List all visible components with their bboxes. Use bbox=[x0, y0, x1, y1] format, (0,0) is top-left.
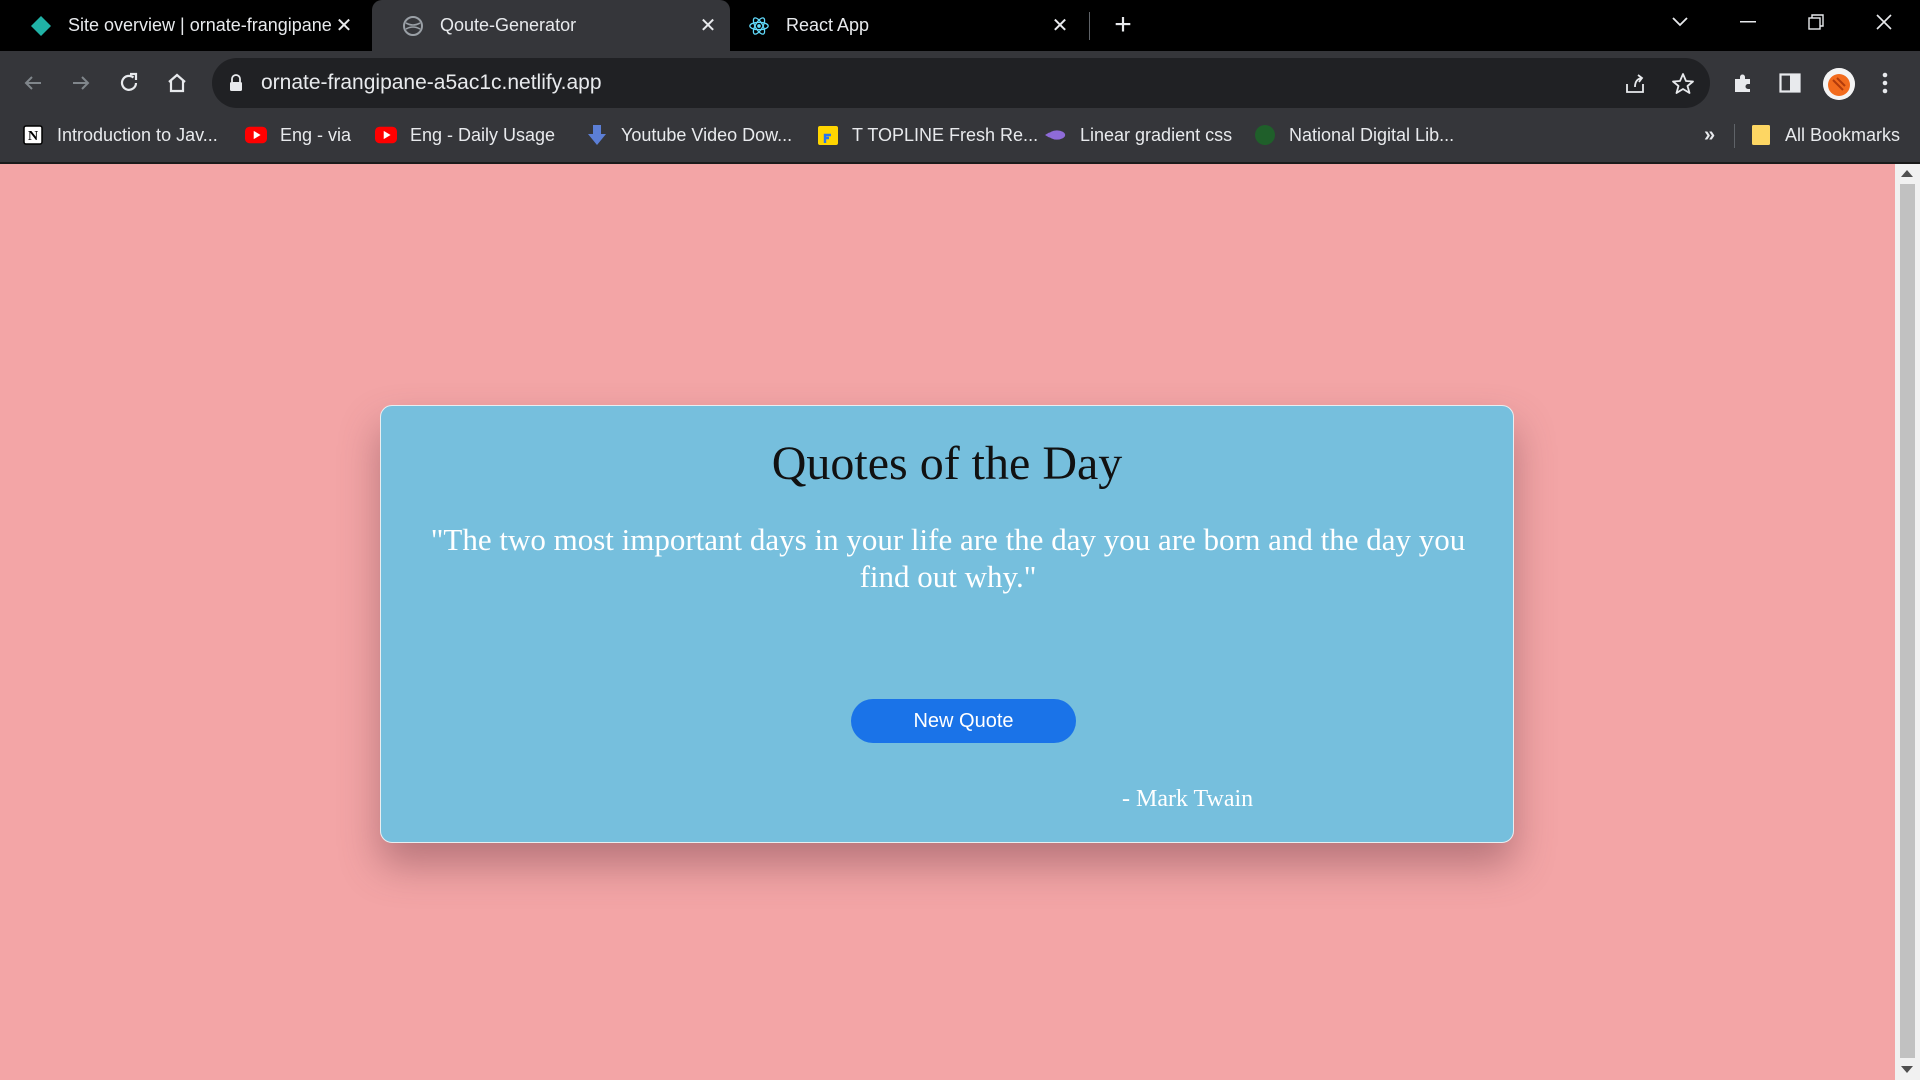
globe-icon bbox=[402, 15, 424, 37]
bookmark-label: Eng - Daily Usage bbox=[410, 124, 556, 145]
bookmark-label: Introduction to Jav... bbox=[57, 124, 218, 145]
page-viewport: Quotes of the Day "The two most importan… bbox=[0, 164, 1895, 1080]
svg-text:N: N bbox=[28, 129, 38, 144]
side-panel-icon[interactable] bbox=[1772, 65, 1808, 101]
new-quote-button[interactable]: New Quote bbox=[851, 699, 1076, 743]
url-text: ornate-frangipane-a5ac1c.netlify.app bbox=[261, 71, 602, 94]
bookmark-item[interactable]: T TOPLINE Fresh Re... bbox=[817, 115, 1038, 155]
extensions-icon[interactable] bbox=[1725, 65, 1761, 101]
back-icon[interactable] bbox=[15, 65, 51, 101]
bookmarks-divider bbox=[1734, 124, 1735, 148]
close-icon[interactable]: ✕ bbox=[1048, 13, 1072, 38]
react-icon bbox=[748, 15, 770, 37]
tab-react-app[interactable]: React App ✕ bbox=[742, 0, 1082, 51]
menu-icon[interactable] bbox=[1870, 65, 1900, 101]
tab-site-overview[interactable]: Site overview | ornate-frangipane ✕ bbox=[0, 0, 366, 51]
bookmark-label: Eng - via bbox=[280, 124, 352, 145]
bookmark-item[interactable]: Eng - Daily Usage bbox=[375, 115, 555, 155]
reload-icon[interactable] bbox=[111, 65, 147, 101]
netlify-icon bbox=[30, 15, 52, 37]
bookmark-label: T TOPLINE Fresh Re... bbox=[852, 124, 1039, 145]
tab-title: React App bbox=[786, 15, 870, 35]
tab-separator bbox=[1089, 12, 1090, 40]
gradient-icon bbox=[1045, 124, 1067, 146]
vertical-scrollbar[interactable] bbox=[1895, 164, 1920, 1080]
close-icon[interactable]: ✕ bbox=[332, 13, 356, 38]
scrollbar-thumb[interactable] bbox=[1900, 184, 1915, 1058]
restore-icon[interactable] bbox=[1788, 0, 1844, 44]
forward-icon[interactable] bbox=[63, 65, 99, 101]
scroll-down-arrow[interactable] bbox=[1901, 1066, 1913, 1073]
bookmark-label: Linear gradient css bbox=[1080, 124, 1233, 145]
youtube-icon bbox=[375, 124, 397, 146]
tab-strip: Site overview | ornate-frangipane ✕ Qout… bbox=[0, 0, 1920, 51]
tab-title: Site overview | ornate-frangipane bbox=[68, 15, 332, 35]
download-icon bbox=[586, 124, 608, 146]
bookmark-item[interactable]: N Introduction to Jav... bbox=[22, 115, 218, 155]
bookmark-item[interactable]: Linear gradient css bbox=[1045, 115, 1232, 155]
profile-avatar[interactable] bbox=[1823, 68, 1855, 100]
bookmark-item[interactable]: Eng - via bbox=[245, 115, 351, 155]
quote-text: "The two most important days in your lif… bbox=[430, 522, 1466, 594]
tab-search-icon[interactable] bbox=[1652, 0, 1708, 44]
bookmark-star-icon[interactable] bbox=[1669, 70, 1697, 98]
address-bar[interactable]: ornate-frangipane-a5ac1c.netlify.app bbox=[212, 58, 1710, 108]
home-icon[interactable] bbox=[159, 65, 195, 101]
tab-qoute-generator[interactable]: Qoute-Generator ✕ bbox=[372, 0, 730, 51]
new-tab-button[interactable]: + bbox=[1106, 8, 1140, 42]
scroll-up-arrow[interactable] bbox=[1901, 170, 1913, 177]
share-icon[interactable] bbox=[1621, 70, 1649, 98]
close-window-icon[interactable] bbox=[1856, 0, 1912, 44]
bookmark-label: Youtube Video Dow... bbox=[621, 124, 793, 145]
bookmark-label: National Digital Lib... bbox=[1289, 124, 1455, 145]
tab-title: Qoute-Generator bbox=[440, 15, 577, 35]
youtube-icon bbox=[245, 124, 267, 146]
bookmarks-bar: N Introduction to Jav... Eng - via Eng -… bbox=[0, 115, 1920, 163]
bookmark-item[interactable]: National Digital Lib... bbox=[1254, 115, 1454, 155]
bookmark-item[interactable]: Youtube Video Dow... bbox=[586, 115, 792, 155]
browser-toolbar: ornate-frangipane-a5ac1c.netlify.app bbox=[0, 51, 1920, 115]
lock-icon[interactable] bbox=[228, 73, 244, 98]
minimize-icon[interactable] bbox=[1720, 0, 1776, 44]
quote-card: Quotes of the Day "The two most importan… bbox=[380, 405, 1514, 843]
all-bookmarks-label: All Bookmarks bbox=[1785, 124, 1901, 145]
notion-icon: N bbox=[22, 124, 44, 146]
close-icon[interactable]: ✕ bbox=[696, 13, 720, 38]
quote-author: - Mark Twain bbox=[1122, 786, 1254, 812]
folder-icon bbox=[1750, 124, 1772, 146]
flipkart-icon bbox=[817, 124, 839, 146]
bookmarks-overflow-button[interactable]: » bbox=[1704, 115, 1715, 155]
library-icon bbox=[1254, 124, 1276, 146]
page-title: Quotes of the Day bbox=[771, 437, 1123, 490]
all-bookmarks-button[interactable]: All Bookmarks bbox=[1750, 115, 1900, 155]
